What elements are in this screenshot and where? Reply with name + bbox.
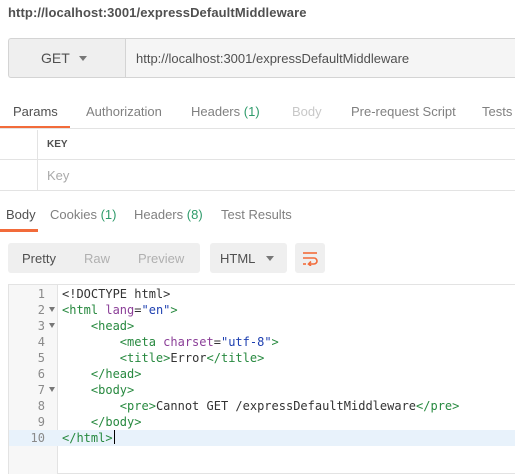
format-select[interactable]: HTML xyxy=(210,243,287,273)
request-title: http://localhost:3001/expressDefaultMidd… xyxy=(8,5,307,20)
tabs-divider xyxy=(0,128,515,129)
params-table: KEY Key xyxy=(0,130,515,191)
tab-label: Authorization xyxy=(86,104,162,119)
row-gutter xyxy=(0,130,38,159)
caret-down-icon xyxy=(266,255,274,261)
caret-down-icon xyxy=(79,55,87,61)
tab-response-headers[interactable]: Headers (8) xyxy=(134,207,203,222)
response-code-editor[interactable]: 1 <!DOCTYPE html> 2 <html lang="en"> 3 <head… xyxy=(8,284,515,474)
line-number: 1 xyxy=(37,287,45,301)
tab-params[interactable]: Params xyxy=(13,104,58,119)
tab-label: Cookies xyxy=(50,207,97,222)
code-text: </html> xyxy=(62,430,115,445)
tab-label: Params xyxy=(13,104,58,119)
wrap-lines-icon xyxy=(303,252,318,266)
tab-cookies[interactable]: Cookies (1) xyxy=(50,207,116,222)
active-tab-indicator xyxy=(0,229,38,232)
code-text: <pre>Cannot GET /expressDefaultMiddlewar… xyxy=(119,399,460,413)
view-mode-group: Pretty Raw Preview xyxy=(8,243,200,273)
cookies-count: (1) xyxy=(100,207,117,222)
url-input[interactable]: http://localhost:3001/expressDefaultMidd… xyxy=(125,38,515,78)
tab-response-body[interactable]: Body xyxy=(6,207,36,222)
line-number: 10 xyxy=(30,431,45,445)
wrap-lines-button[interactable] xyxy=(295,243,325,273)
fold-toggle-icon[interactable] xyxy=(49,307,55,312)
headers-count: (1) xyxy=(243,104,260,119)
code-text: <title>Error</title> xyxy=(119,351,265,365)
method-select[interactable]: GET xyxy=(8,38,125,78)
fold-toggle-icon[interactable] xyxy=(49,323,55,328)
tab-authorization[interactable]: Authorization xyxy=(86,104,162,119)
code-text: </body> xyxy=(90,415,142,429)
code-line: 8 <pre>Cannot GET /expressDefaultMiddlew… xyxy=(9,398,515,414)
code-line: 10 </html> xyxy=(9,430,515,446)
format-label: HTML xyxy=(220,250,256,266)
response-headers-count: (8) xyxy=(186,207,203,222)
view-mode-pretty[interactable]: Pretty xyxy=(8,251,70,266)
tab-label: Headers xyxy=(191,104,241,119)
key-input[interactable]: Key xyxy=(38,160,515,190)
view-toolbar: Pretty Raw Preview HTML xyxy=(8,243,325,273)
line-number: 5 xyxy=(37,351,45,365)
code-line: 5 <title>Error</title> xyxy=(9,350,515,366)
code-text: <!DOCTYPE html> xyxy=(62,287,171,301)
code-line: 4 <meta charset="utf-8"> xyxy=(9,334,515,350)
line-number: 3 xyxy=(37,319,45,333)
fold-toggle-icon[interactable] xyxy=(49,387,55,392)
line-number: 2 xyxy=(37,303,45,317)
code-text: <body> xyxy=(90,383,135,397)
view-mode-preview[interactable]: Preview xyxy=(124,251,198,266)
tab-label: Body xyxy=(6,207,36,222)
key-column-header: KEY xyxy=(47,139,68,150)
tab-label: Pre-request Script xyxy=(351,104,456,119)
code-line: 9 </body> xyxy=(9,414,515,430)
row-gutter xyxy=(0,160,38,190)
tab-label: Tests xyxy=(482,104,513,119)
params-header-row: KEY xyxy=(0,130,515,160)
tab-label: Test Results xyxy=(221,207,292,222)
code-line: 2 <html lang="en"> xyxy=(9,302,515,318)
line-number: 8 xyxy=(37,399,45,413)
tab-tests[interactable]: Tests xyxy=(482,104,512,119)
tab-body: Body xyxy=(292,104,322,119)
code-text: <html lang="en"> xyxy=(62,303,178,317)
tab-label: Headers xyxy=(134,207,184,222)
line-number: 9 xyxy=(37,415,45,429)
tab-test-results[interactable]: Test Results xyxy=(221,207,292,222)
method-label: GET xyxy=(41,50,70,66)
code-line: 1 <!DOCTYPE html> xyxy=(9,286,515,302)
code-line: 3 <head> xyxy=(9,318,515,334)
code-text: <head> xyxy=(90,319,135,333)
code-line: 6 </head> xyxy=(9,366,515,382)
tab-label: Body xyxy=(292,104,322,119)
code-text: </head> xyxy=(90,367,142,381)
tab-headers[interactable]: Headers (1) xyxy=(191,104,260,119)
view-mode-raw[interactable]: Raw xyxy=(70,251,124,266)
line-number: 4 xyxy=(37,335,45,349)
tab-pre-request-script[interactable]: Pre-request Script xyxy=(351,104,456,119)
params-row: Key xyxy=(0,160,515,191)
response-tabs: Body Cookies (1) Headers (8) Test Result… xyxy=(0,205,515,232)
code-text: <meta charset="utf-8"> xyxy=(119,335,279,349)
url-bar: GET http://localhost:3001/expressDefault… xyxy=(8,38,515,78)
line-number: 7 xyxy=(37,383,45,397)
request-tabs: Params Authorization Headers (1) Body Pr… xyxy=(0,100,515,130)
line-number: 6 xyxy=(37,367,45,381)
text-cursor xyxy=(113,430,115,444)
code-line: 7 <body> xyxy=(9,382,515,398)
